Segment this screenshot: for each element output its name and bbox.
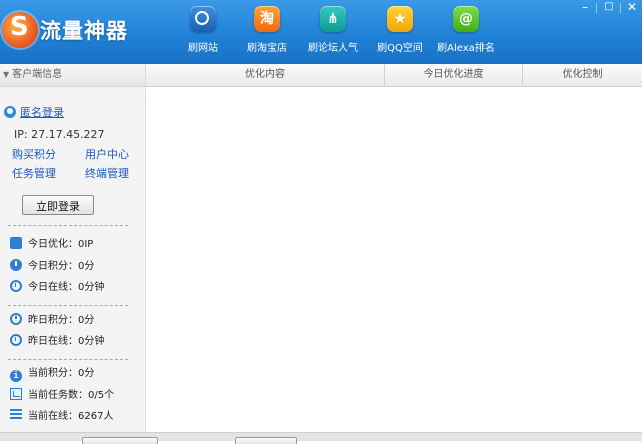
ip-address: IP: 27.17.45.227 — [14, 128, 105, 141]
column-header-control[interactable]: 优化控制 — [523, 64, 642, 86]
clock-icon — [10, 259, 22, 271]
anonymous-login-label: 匿名登录 — [20, 106, 64, 119]
divider — [8, 225, 128, 226]
stat-text: 当前积分：0分 — [28, 368, 95, 379]
toolbar-brush-alexa-button[interactable]: @ 刷Alexa排名 — [435, 6, 497, 54]
current-tasks-stat: 当前任务数：0/5个 — [10, 388, 114, 404]
column-header-content[interactable]: 优化内容 — [146, 64, 385, 86]
anonymous-login-link[interactable]: 匿名登录 — [4, 104, 64, 120]
table-header: 优化内容 今日优化进度 优化控制 — [146, 64, 642, 87]
bottom-button[interactable] — [82, 437, 158, 444]
toolbar-label: 刷论坛人气 — [308, 43, 358, 54]
collapse-triangle-icon: ▼ — [3, 70, 10, 79]
stat-text: 昨日在线：0分钟 — [28, 336, 105, 347]
toolbar-brush-website-button[interactable]: 刷网站 — [172, 6, 234, 54]
stat-text: 当前在线：6267人 — [28, 411, 114, 422]
user-icon — [4, 106, 16, 118]
toolbar-label: 刷QQ空间 — [377, 43, 423, 54]
chart-icon — [10, 388, 22, 400]
alarm-clock-icon — [10, 334, 22, 346]
column-header-progress[interactable]: 今日优化进度 — [385, 64, 523, 86]
toolbar-brush-qzone-button[interactable]: ★ 刷QQ空间 — [369, 6, 431, 54]
stat-text: 当前任务数：0/5个 — [28, 390, 115, 401]
client-info-header[interactable]: ▼ 客户端信息 — [0, 64, 145, 87]
taobao-icon: 淘 — [254, 6, 280, 32]
window-control-divider — [596, 3, 597, 13]
star-icon: ★ — [387, 6, 413, 32]
close-button[interactable]: ✕ — [623, 0, 641, 16]
divider — [8, 359, 128, 360]
today-points-stat: 今日积分：0分 — [10, 259, 94, 275]
yesterday-points-stat: 昨日积分：0分 — [10, 313, 94, 329]
restore-button[interactable]: □ — [600, 0, 618, 16]
toolbar-label: 刷淘宝店 — [247, 43, 287, 54]
client-info-header-label: 客户端信息 — [12, 69, 63, 80]
current-online-stat: 当前在线：6267人 — [10, 409, 113, 425]
toolbar-label: 刷Alexa排名 — [437, 43, 495, 54]
panel-pointer — [145, 88, 152, 106]
current-points-stat: i 当前积分：0分 — [10, 366, 94, 382]
clock-icon — [10, 313, 22, 325]
stat-text: 今日在线：0分钟 — [28, 282, 105, 293]
today-online-stat: 今日在线：0分钟 — [10, 280, 104, 296]
alexa-icon: @ — [453, 6, 479, 32]
client-info-panel: ▼ 客户端信息 匿名登录 IP: 27.17.45.227 购买积分 用户中心 任… — [0, 64, 146, 440]
task-table: 优化内容 今日优化进度 优化控制 — [146, 64, 642, 440]
bottom-button[interactable] — [235, 437, 297, 444]
info-icon: i — [10, 370, 22, 382]
stat-text: 今日优化：0IP — [28, 239, 94, 250]
terminal-management-link[interactable]: 终端管理 — [85, 165, 129, 181]
title-bar: 流量神器 刷网站 淘 刷淘宝店 ⋔ 刷论坛人气 ★ 刷QQ空间 @ 刷Alexa… — [0, 0, 642, 64]
yesterday-online-stat: 昨日在线：0分钟 — [10, 334, 104, 350]
buy-points-link[interactable]: 购买积分 — [12, 146, 56, 162]
task-management-link[interactable]: 任务管理 — [12, 165, 56, 181]
toolbar-label: 刷网站 — [188, 43, 218, 54]
today-optimize-stat: 今日优化：0IP — [10, 237, 93, 253]
window-control-divider — [620, 3, 621, 13]
toolbar-brush-taobao-button[interactable]: 淘 刷淘宝店 — [236, 6, 298, 54]
list-icon — [10, 409, 22, 421]
app-title: 流量神器 — [40, 19, 128, 43]
divider — [8, 305, 128, 306]
toolbar-brush-forum-button[interactable]: ⋔ 刷论坛人气 — [302, 6, 364, 54]
alarm-clock-icon — [10, 280, 22, 292]
thumbs-up-icon — [10, 237, 22, 249]
login-now-button[interactable]: 立即登录 — [22, 195, 94, 215]
stat-text: 今日积分：0分 — [28, 261, 95, 272]
minimize-button[interactable]: – — [576, 0, 594, 16]
globe-icon — [190, 6, 216, 32]
stat-text: 昨日积分：0分 — [28, 315, 95, 326]
forum-icon: ⋔ — [320, 6, 346, 32]
user-center-link[interactable]: 用户中心 — [85, 146, 129, 162]
app-logo-icon — [2, 12, 38, 48]
